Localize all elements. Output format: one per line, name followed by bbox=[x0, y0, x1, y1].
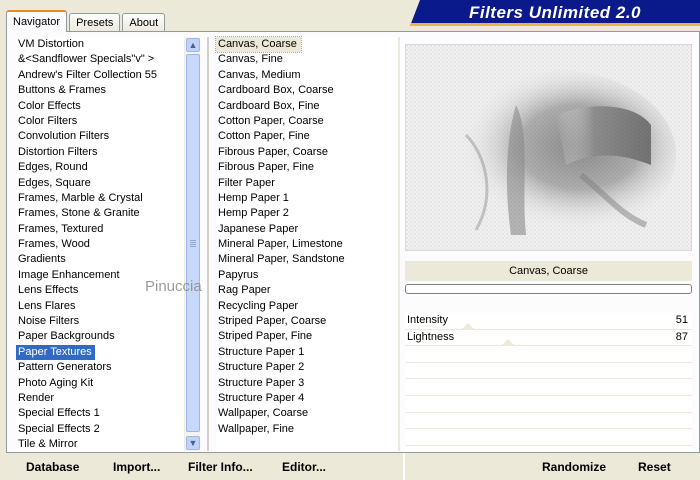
slider-thumb[interactable] bbox=[500, 339, 515, 347]
filter-item[interactable]: Canvas, Fine bbox=[216, 52, 396, 67]
filter-item[interactable]: Fibrous Paper, Fine bbox=[216, 160, 396, 175]
param-value: 87 bbox=[675, 330, 688, 343]
filter-item[interactable]: Japanese Paper bbox=[216, 222, 396, 237]
filter-item[interactable]: Wallpaper, Fine bbox=[216, 422, 396, 437]
preview-filter-name: Canvas, Coarse bbox=[405, 261, 692, 281]
category-item[interactable]: Gradients bbox=[16, 252, 200, 267]
category-item[interactable]: Render bbox=[16, 391, 200, 406]
scroll-down-button[interactable]: ▼ bbox=[186, 436, 200, 450]
filter-item[interactable]: Papyrus bbox=[216, 268, 396, 283]
scroll-up-button[interactable]: ▲ bbox=[186, 38, 200, 52]
filter-item[interactable]: Hemp Paper 2 bbox=[216, 206, 396, 221]
category-item[interactable]: &<Sandflower Specials"v" > bbox=[16, 52, 200, 67]
category-item[interactable]: Frames, Stone & Granite bbox=[16, 206, 200, 221]
list-divider bbox=[207, 37, 209, 451]
editor-button[interactable]: Editor... bbox=[282, 460, 326, 474]
watermark-text: Pinuccia bbox=[145, 278, 202, 295]
app-title: Filters Unlimited 2.0 bbox=[468, 3, 642, 22]
button-bar-divider bbox=[403, 453, 405, 480]
chevron-up-icon: ▲ bbox=[188, 40, 198, 50]
category-item[interactable]: Frames, Wood bbox=[16, 237, 200, 252]
category-item[interactable]: Edges, Square bbox=[16, 176, 200, 191]
randomize-button[interactable]: Randomize bbox=[542, 460, 606, 474]
param-name: Lightness bbox=[407, 330, 455, 343]
empty-param-row bbox=[405, 379, 692, 396]
tab-bar: Navigator Presets About bbox=[6, 10, 167, 32]
filter-item[interactable]: Wallpaper, Coarse bbox=[216, 406, 396, 421]
filter-item[interactable]: Fibrous Paper, Coarse bbox=[216, 145, 396, 160]
filter-item[interactable]: Filter Paper bbox=[216, 176, 396, 191]
grip-icon bbox=[190, 239, 196, 247]
filter-item[interactable]: Mineral Paper, Sandstone bbox=[216, 252, 396, 267]
category-item[interactable]: Color Effects bbox=[16, 99, 200, 114]
empty-param-row bbox=[405, 396, 692, 413]
filter-item[interactable]: Mineral Paper, Limestone bbox=[216, 237, 396, 252]
filter-item[interactable]: Canvas, Coarse bbox=[215, 35, 302, 54]
tab-navigator[interactable]: Navigator bbox=[6, 10, 68, 32]
category-item[interactable]: VM Distortion bbox=[16, 37, 200, 52]
category-item[interactable]: Buttons & Frames bbox=[16, 83, 200, 98]
import-button[interactable]: Import... bbox=[113, 460, 160, 474]
category-item[interactable]: Paper Backgrounds bbox=[16, 329, 200, 344]
param-name: Intensity bbox=[407, 314, 448, 326]
category-item[interactable]: Tile & Mirror bbox=[16, 437, 200, 451]
category-item[interactable]: Lens Flares bbox=[16, 299, 200, 314]
filter-item[interactable]: Hemp Paper 1 bbox=[216, 191, 396, 206]
category-item[interactable]: Color Filters bbox=[16, 114, 200, 129]
title-banner: Filters Unlimited 2.0 bbox=[410, 0, 700, 26]
category-scrollbar[interactable]: ▲ ▼ bbox=[184, 37, 200, 451]
param-row[interactable]: Intensity 51 bbox=[405, 313, 692, 330]
category-item[interactable]: Distortion Filters bbox=[16, 145, 200, 160]
filter-item[interactable]: Recycling Paper bbox=[216, 299, 396, 314]
filter-item[interactable]: Striped Paper, Fine bbox=[216, 329, 396, 344]
category-item[interactable]: Frames, Marble & Crystal bbox=[16, 191, 200, 206]
empty-param-row bbox=[405, 346, 692, 363]
progress-bar bbox=[405, 284, 692, 294]
filter-item[interactable]: Cotton Paper, Coarse bbox=[216, 114, 396, 129]
filter-item[interactable]: Structure Paper 4 bbox=[216, 391, 396, 406]
category-list[interactable]: VM Distortion &<Sandflower Specials"v" > A… bbox=[16, 37, 200, 451]
category-item[interactable]: Pattern Generators bbox=[16, 360, 200, 375]
tab-presets[interactable]: Presets bbox=[69, 13, 121, 32]
slider-thumb[interactable] bbox=[461, 322, 476, 330]
filter-item[interactable]: Rag Paper bbox=[216, 283, 396, 298]
category-item[interactable]: Paper Textures bbox=[16, 344, 95, 361]
category-item[interactable]: Convolution Filters bbox=[16, 129, 200, 144]
category-item[interactable]: Edges, Round bbox=[16, 160, 200, 175]
database-button[interactable]: Database bbox=[26, 460, 79, 474]
parameter-sliders[interactable]: Intensity 51 Lightness 87 bbox=[405, 313, 692, 451]
chevron-down-icon: ▼ bbox=[188, 438, 198, 448]
filter-item[interactable]: Cotton Paper, Fine bbox=[216, 129, 396, 144]
empty-param-row bbox=[405, 429, 692, 446]
filter-info-button[interactable]: Filter Info... bbox=[188, 460, 253, 474]
filter-item[interactable]: Striped Paper, Coarse bbox=[216, 314, 396, 329]
filter-item[interactable]: Cardboard Box, Fine bbox=[216, 99, 396, 114]
preview-image bbox=[405, 44, 692, 251]
category-item[interactable]: Special Effects 1 bbox=[16, 406, 200, 421]
category-item[interactable]: Frames, Textured bbox=[16, 222, 200, 237]
preview-divider bbox=[398, 37, 400, 451]
param-value: 51 bbox=[675, 314, 688, 326]
filter-list[interactable]: Canvas, Coarse Canvas, Fine Canvas, Medium… bbox=[215, 35, 396, 451]
category-item[interactable]: Andrew's Filter Collection 55 bbox=[16, 68, 200, 83]
empty-param-row bbox=[405, 363, 692, 380]
scroll-thumb[interactable] bbox=[186, 54, 200, 432]
filter-item[interactable]: Canvas, Medium bbox=[216, 68, 396, 83]
preview-texture bbox=[406, 45, 691, 250]
filter-item[interactable]: Structure Paper 2 bbox=[216, 360, 396, 375]
filter-item[interactable]: Structure Paper 1 bbox=[216, 345, 396, 360]
filter-item[interactable]: Cardboard Box, Coarse bbox=[216, 83, 396, 98]
empty-param-row bbox=[405, 413, 692, 430]
category-item[interactable]: Special Effects 2 bbox=[16, 422, 200, 437]
category-item[interactable]: Photo Aging Kit bbox=[16, 376, 200, 391]
reset-button[interactable]: Reset bbox=[638, 460, 671, 474]
param-row[interactable]: Lightness 87 bbox=[405, 330, 692, 347]
filter-item[interactable]: Structure Paper 3 bbox=[216, 376, 396, 391]
tab-about[interactable]: About bbox=[122, 13, 166, 32]
category-item[interactable]: Noise Filters bbox=[16, 314, 200, 329]
button-bar: Database Import... Filter Info... Editor… bbox=[10, 453, 700, 480]
